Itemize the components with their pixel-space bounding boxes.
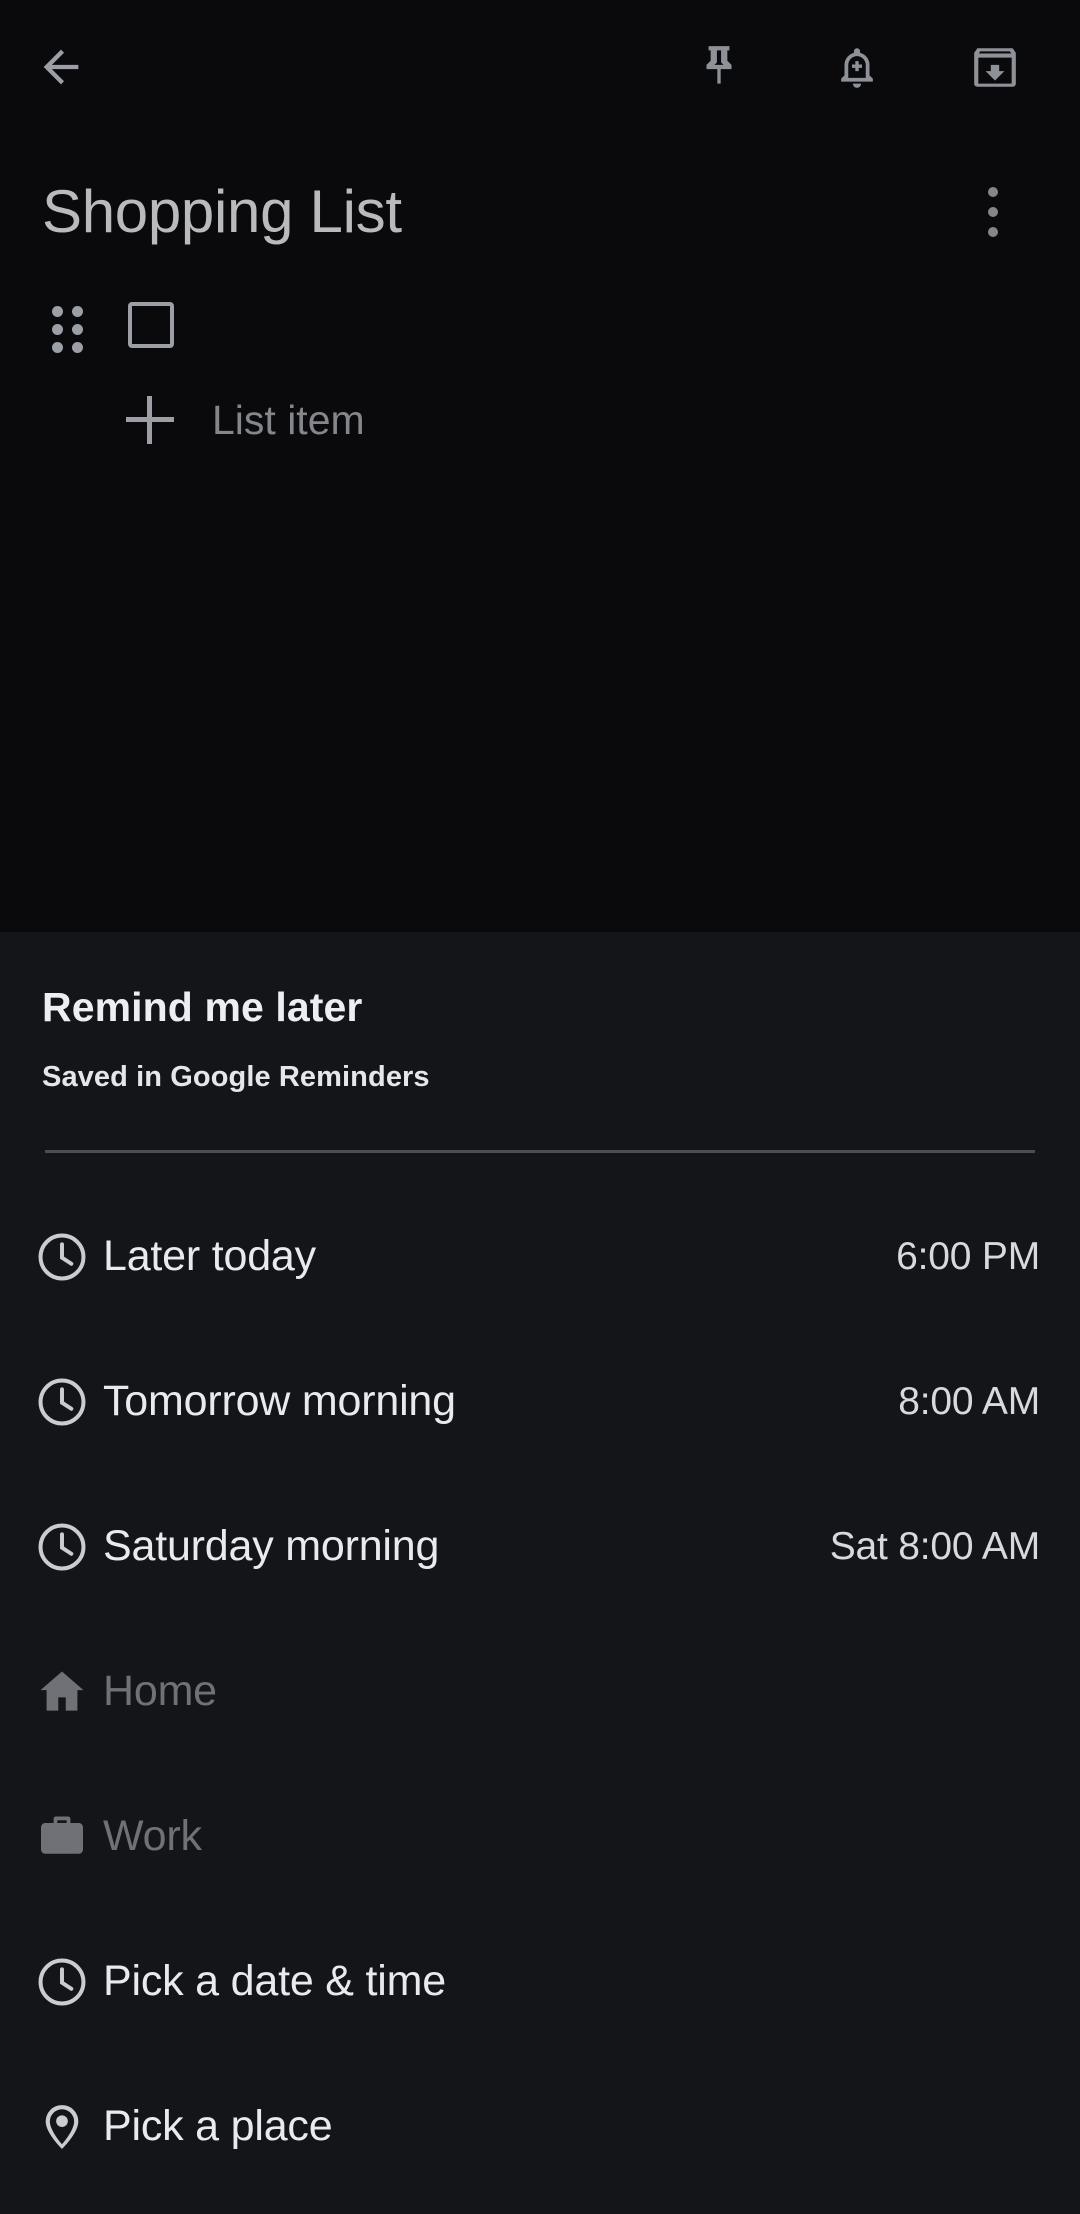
sheet-title: Remind me later [42, 984, 363, 1030]
add-list-item-row[interactable]: List item [0, 378, 1080, 458]
reminder-option-time: 6:00 PM [896, 1234, 1040, 1278]
sheet-divider [45, 1150, 1035, 1153]
reminder-option-row[interactable]: Pick a date & time [0, 1909, 1080, 2054]
note-editor-screen: Shopping List List item Remind me later … [0, 0, 1080, 2214]
home-icon [34, 1664, 90, 1720]
reminder-option-row: Work [0, 1764, 1080, 1909]
reminder-option-row[interactable]: Pick a place [0, 2054, 1080, 2199]
clock-icon [34, 1519, 90, 1575]
reminder-option-label: Home [103, 1667, 217, 1715]
top-app-bar [0, 0, 1080, 138]
note-title[interactable]: Shopping List [42, 178, 872, 246]
checklist-item-checkbox[interactable] [128, 302, 174, 348]
add-list-item-label: List item [212, 397, 365, 443]
reminder-option-label: Later today [103, 1232, 316, 1280]
remind-me-later-sheet: Remind me later Saved in Google Reminder… [0, 932, 1080, 2214]
reminder-option-time: 8:00 AM [898, 1379, 1040, 1423]
reminder-option-label: Pick a place [103, 2102, 333, 2150]
back-button[interactable] [30, 38, 92, 100]
plus-icon [126, 396, 174, 444]
pin-icon [694, 42, 744, 97]
reminder-option-row[interactable]: Later today 6:00 PM [0, 1184, 1080, 1329]
pin-button[interactable] [688, 38, 750, 100]
reminder-option-label: Saturday morning [103, 1522, 440, 1570]
sheet-subtitle: Saved in Google Reminders [42, 1061, 430, 1093]
clock-icon [34, 1229, 90, 1285]
reminder-option-row: Home [0, 1619, 1080, 1764]
archive-button[interactable] [964, 38, 1026, 100]
drag-handle-icon[interactable] [46, 305, 88, 353]
location-icon [34, 2099, 90, 2155]
overflow-menu-button[interactable] [962, 176, 1024, 248]
reminder-option-time: Sat 8:00 AM [829, 1524, 1040, 1568]
checklist-item-row[interactable] [0, 288, 1080, 370]
clock-icon [34, 1954, 90, 2010]
more-vert-icon [988, 187, 998, 237]
clock-icon [34, 1374, 90, 1430]
note-content-area: Shopping List List item [0, 0, 1080, 932]
reminder-option-label: Pick a date & time [103, 1957, 446, 2005]
add-reminder-button[interactable] [826, 38, 888, 100]
work-icon [34, 1809, 90, 1865]
add-reminder-icon [832, 42, 882, 97]
reminder-option-row[interactable]: Tomorrow morning 8:00 AM [0, 1329, 1080, 1474]
reminder-option-label: Tomorrow morning [103, 1377, 456, 1425]
reminder-option-label: Work [103, 1812, 202, 1860]
reminder-option-row[interactable]: Saturday morning Sat 8:00 AM [0, 1474, 1080, 1619]
reminder-options-list: Later today 6:00 PM Tomorrow morning 8:00 A… [0, 1184, 1080, 2199]
back-arrow-icon [35, 41, 87, 98]
archive-icon [970, 42, 1020, 97]
